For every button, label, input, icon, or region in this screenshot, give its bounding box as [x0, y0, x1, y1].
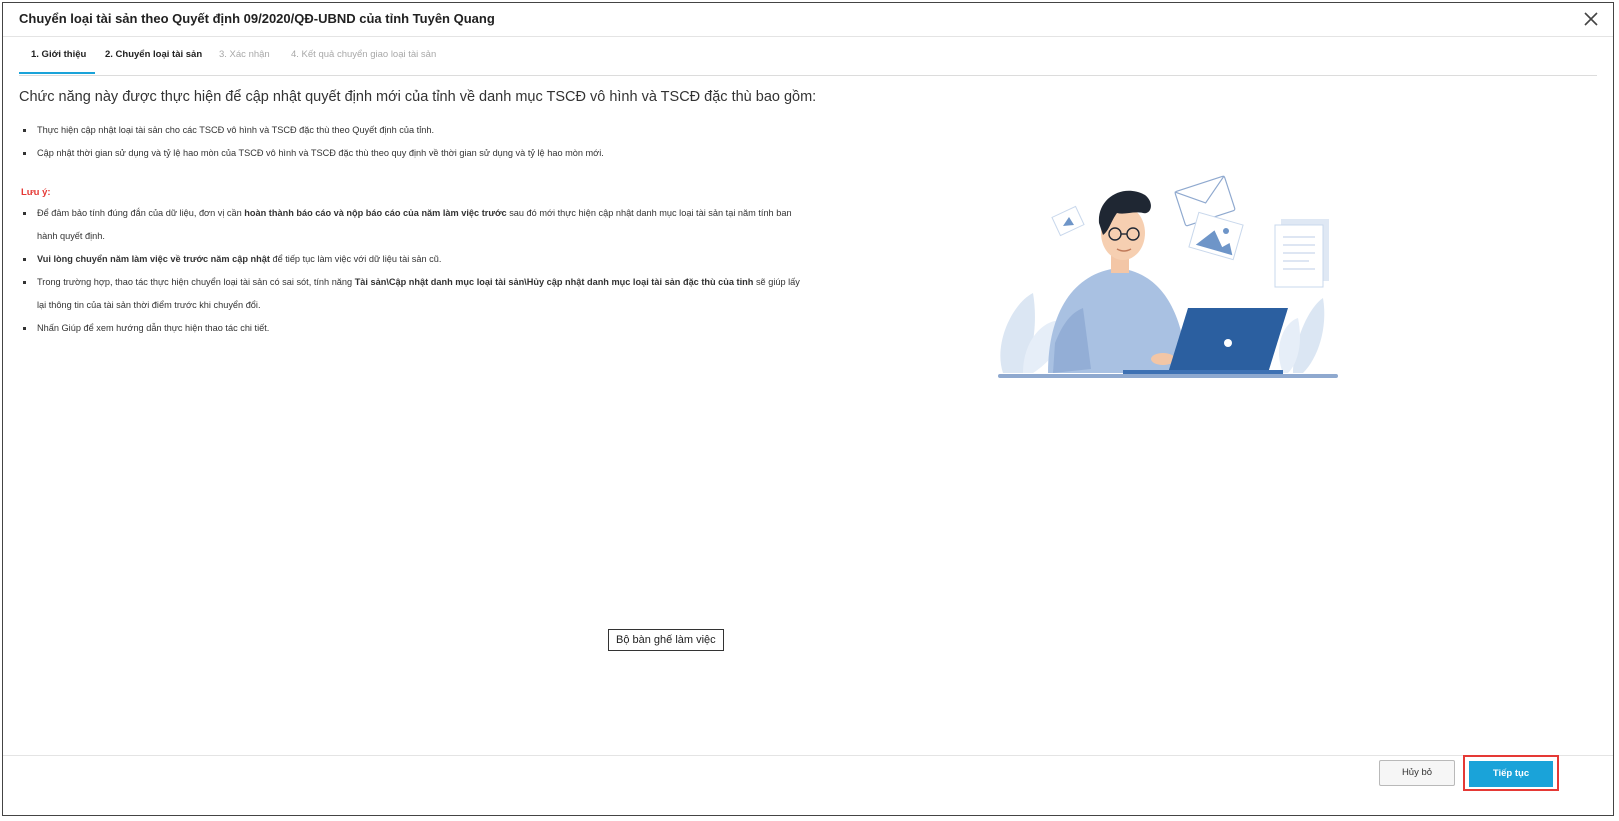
note-bold-text: Vui lòng chuyển năm làm việc về trước nă… [37, 254, 270, 264]
dialog: Chuyển loại tài sản theo Quyết định 09/2… [2, 2, 1614, 816]
tab-ket-qua: 4. Kết quả chuyển giao loại tài sản [291, 49, 437, 60]
note-bold-text: hoàn thành báo cáo và nộp báo cáo của nă… [244, 208, 507, 218]
footer-divider [3, 755, 1613, 756]
list-item: Thực hiện cập nhật loại tài sản cho các … [21, 119, 801, 142]
list-item: Vui lòng chuyển năm làm việc về trước nă… [21, 248, 801, 271]
note-text: Trong trường hợp, thao tác thực hiện chu… [37, 277, 355, 287]
note-label: Lưu ý: [21, 187, 51, 198]
tab-chuyen-loai-tai-san[interactable]: 2. Chuyển loại tài sản [105, 49, 202, 60]
intro-heading: Chức năng này được thực hiện để cập nhật… [19, 89, 817, 105]
intro-list: Thực hiện cập nhật loại tài sản cho các … [21, 119, 801, 165]
wizard-steps: 1. Giới thiệu 2. Chuyển loại tài sản 3. … [19, 37, 1597, 76]
list-item: Để đảm bảo tính đúng đắn của dữ liệu, đơ… [21, 202, 801, 248]
tooltip: Bộ bàn ghế làm việc [608, 629, 724, 651]
note-text: để tiếp tục làm việc với dữ liệu tài sản… [269, 254, 442, 264]
note-text: Để đảm bảo tính đúng đắn của dữ liệu, đơ… [37, 208, 245, 218]
close-icon[interactable] [1581, 9, 1601, 29]
list-item: Nhấn Giúp để xem hướng dẫn thực hiện tha… [21, 317, 801, 340]
notes-list: Để đảm bảo tính đúng đắn của dữ liệu, đơ… [21, 202, 801, 340]
list-item: Trong trường hợp, thao tác thực hiện chu… [21, 271, 801, 317]
highlight-box: Tiếp tục [1463, 755, 1559, 791]
dialog-title: Chuyển loại tài sản theo Quyết định 09/2… [19, 11, 495, 26]
note-bold-text: Tài sản\Cập nhật danh mục loại tài sản\H… [354, 277, 754, 287]
cancel-button[interactable]: Hủy bỏ [1379, 760, 1455, 786]
tab-gioi-thieu[interactable]: 1. Giới thiệu [31, 49, 86, 60]
list-item: Cập nhật thời gian sử dụng và tỷ lệ hao … [21, 142, 801, 165]
tab-xac-nhan: 3. Xác nhận [219, 49, 270, 60]
active-tab-indicator [19, 72, 95, 74]
illustration-person-laptop [993, 173, 1343, 383]
continue-button[interactable]: Tiếp tục [1469, 761, 1553, 787]
